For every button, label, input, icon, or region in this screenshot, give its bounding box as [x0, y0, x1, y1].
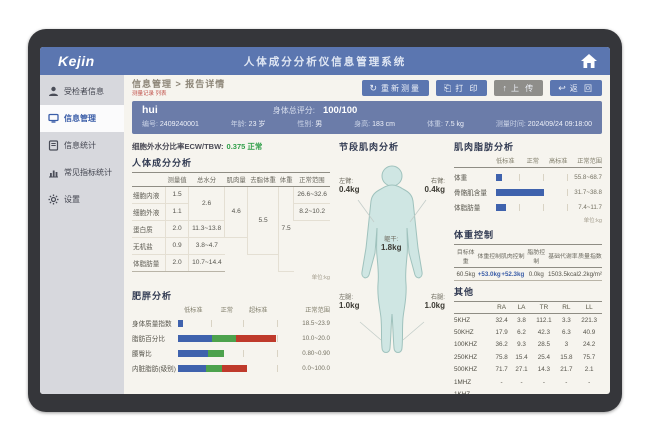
table-row: 1KHZ -- -- - — [454, 388, 602, 394]
button-label: 重新测量 — [381, 83, 421, 94]
trunk-value: 躯干: 1.8kg — [381, 236, 401, 252]
gear-icon — [48, 194, 59, 205]
left-leg-value: 左腿: 1.0kg — [339, 294, 359, 310]
composition-table: 测量值总水分 肌肉量去脂体重 体重正常范围 细胞内液 1.5 2.6 4.6 5… — [132, 172, 330, 272]
chart-row: 体脂肪量 7.4~11.7 — [454, 200, 602, 215]
table-row: 体脂肪量 2.0 10.7~14.4 — [132, 254, 330, 271]
sidebar-item-common-indicators[interactable]: 常见指标统计 — [40, 159, 124, 186]
user-icon — [48, 86, 59, 97]
breadcrumb-sub-links[interactable]: 测量记录 列表 — [132, 91, 225, 97]
score-label: 身体总评分: — [273, 105, 315, 116]
unit-label: 单位:kg — [132, 273, 330, 281]
monitor-icon — [48, 113, 59, 124]
unit-label: 单位:kg — [454, 216, 602, 224]
breadcrumb: 信息管理 > 报告详情 — [132, 80, 225, 90]
segmental-title: 节段肌肉分析 — [339, 140, 445, 153]
remeasure-button[interactable]: ↻ 重新测量 — [362, 80, 430, 96]
patient-gender: 性别: 男 — [297, 119, 322, 129]
print-button[interactable]: ⎗ 打 印 — [436, 80, 487, 96]
upload-button[interactable]: ↑ 上 传 — [494, 80, 543, 96]
top-bar: Kejin 人体成分分析仪信息管理系统 — [40, 47, 610, 75]
button-label: 上 传 — [511, 83, 535, 94]
ecw-ratio: 细胞外水分比率ECW/TBW:0.375 正常 — [132, 141, 330, 152]
body-figure: 左臂: 0.4kg 右臂: 0.4kg 躯干: 1.8kg 左腿: 1.0kg — [339, 156, 445, 368]
muscle-fat-title: 肌肉脂肪分析 — [454, 140, 602, 153]
button-label: 打 印 — [455, 83, 479, 94]
obesity-chart: 低标准 正常 超标准 正常范围 身体质量指数 18.5~23.9 脂肪百分比 1… — [132, 305, 330, 376]
obesity-title: 肥胖分析 — [132, 289, 330, 302]
app-title: 人体成分分析仪信息管理系统 — [40, 54, 610, 69]
patient-height: 身高: 183 cm — [354, 119, 395, 129]
home-button[interactable] — [580, 53, 598, 69]
content-area: 信息管理 > 报告详情 测量记录 列表 ↻ 重新测量 ⎗ 打 印 ↑ 上 传 — [124, 75, 610, 394]
table-row: 1MHZ -- -- - — [454, 376, 602, 388]
refresh-icon: ↻ — [370, 83, 378, 94]
sidebar-item-label: 设置 — [64, 194, 80, 205]
table-row: 细胞内液 1.5 2.6 4.6 5.5 7.5 26.6~32.6 — [132, 186, 330, 203]
table-row: 无机盐 0.9 3.8~4.7 — [132, 237, 330, 254]
printer-icon: ⎗ — [444, 83, 451, 94]
tablet-frame: Kejin 人体成分分析仪信息管理系统 受检者信息 信息管理 信息统计 常见指标… — [28, 29, 622, 412]
chart-row: 腰臀比 0.80~0.90 — [132, 346, 330, 361]
composition-title: 人体成分分析 — [132, 156, 330, 169]
sidebar-item-label: 信息管理 — [64, 113, 96, 124]
sidebar-item-settings[interactable]: 设置 — [40, 186, 124, 213]
toolbar-buttons: ↻ 重新测量 ⎗ 打 印 ↑ 上 传 ↩ 返 回 — [362, 80, 603, 96]
table-row: 250KHZ 75.815.4 25.415.8 75.7 — [454, 351, 602, 363]
impedance-table: RALA TRRL LL 5KHZ 32.43.8 112.13.3 221.3… — [454, 301, 602, 394]
upload-icon: ↑ — [502, 83, 507, 93]
patient-name: hui — [142, 104, 158, 116]
chart-row: 体重 55.8~68.7 — [454, 170, 602, 185]
right-arm-value: 右臂: 0.4kg — [425, 178, 445, 194]
sidebar-item-label: 常见指标统计 — [64, 167, 112, 178]
table-row: 100KHZ 36.29.3 28.53 24.2 — [454, 339, 602, 351]
sidebar-item-subject-info[interactable]: 受检者信息 — [40, 78, 124, 105]
impedance-title: 其他 — [454, 285, 602, 298]
left-arm-value: 左臂: 0.4kg — [339, 178, 359, 194]
table-row: 5KHZ 32.43.8 112.13.3 221.3 — [454, 313, 602, 326]
patient-id: 编号: 2409240001 — [142, 119, 199, 129]
app-screen: Kejin 人体成分分析仪信息管理系统 受检者信息 信息管理 信息统计 常见指标… — [40, 47, 610, 394]
score-value: 100/100 — [323, 105, 357, 116]
bar-chart-icon — [48, 167, 59, 178]
chart-row: 脂肪百分比 10.0~20.0 — [132, 331, 330, 346]
table-row: 50KHZ 17.96.2 42.36.3 40.9 — [454, 326, 602, 338]
table-row: 60.5kg +53.0kg +52.3kg 0.0kg 1503.5kcal … — [454, 267, 602, 280]
chart-row: 身体质量指数 18.5~23.9 — [132, 316, 330, 331]
weight-control-title: 体重控制 — [454, 228, 602, 241]
button-label: 返 回 — [570, 83, 594, 94]
muscle-fat-chart: 低标准 正常 高标准 正常范围 体重 55.8~68.7 骨骼肌含量 31.7~… — [454, 156, 602, 224]
patient-banner: hui 身体总评分: 100/100 编号: 2409240001 年龄: 23… — [132, 101, 602, 134]
sidebar-item-label: 信息统计 — [64, 140, 96, 151]
patient-weight: 体重: 7.5 kg — [427, 119, 464, 129]
sidebar-item-info-management[interactable]: 信息管理 — [40, 105, 124, 132]
sidebar: 受检者信息 信息管理 信息统计 常见指标统计 设置 — [40, 75, 124, 394]
chart-row: 骨骼肌含量 31.7~38.8 — [454, 185, 602, 200]
right-leg-value: 右腿: 1.0kg — [425, 294, 445, 310]
back-button[interactable]: ↩ 返 回 — [550, 80, 602, 96]
sidebar-item-info-statistics[interactable]: 信息统计 — [40, 132, 124, 159]
measure-time: 测量时间: 2024/09/24 09:18:00 — [496, 119, 592, 129]
book-icon — [48, 140, 59, 151]
weight-control-table: 目标体重体重控制 肌肉控制脂肪控制 基础代谢率质量指数 60.5kg +53.0… — [454, 244, 602, 281]
home-icon — [580, 53, 598, 69]
back-arrow-icon: ↩ — [558, 83, 566, 94]
patient-age: 年龄: 23 岁 — [231, 119, 266, 129]
sidebar-item-label: 受检者信息 — [64, 86, 104, 97]
table-row: 500KHZ 71.727.1 14.321.7 2.1 — [454, 363, 602, 375]
chart-row: 内脏脂肪(级别) 0.0~100.0 — [132, 361, 330, 376]
